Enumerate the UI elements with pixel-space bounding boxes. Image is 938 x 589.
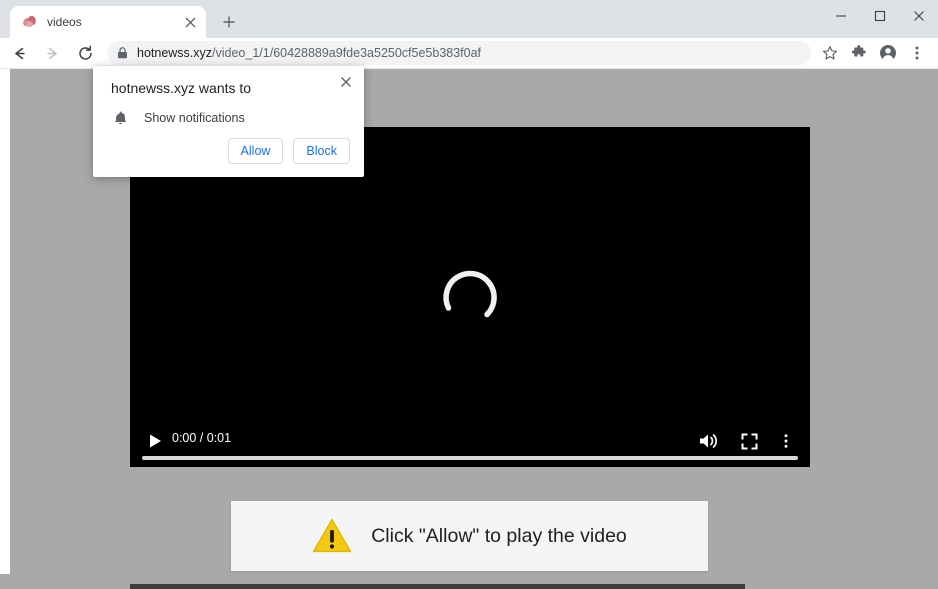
forward-button[interactable] (38, 39, 66, 67)
browser-toolbar: hotnewss.xyz/video_1/1/60428889a9fde3a52… (0, 38, 938, 69)
dialog-actions: Allow Block (227, 138, 350, 164)
warning-triangle-icon (312, 517, 352, 555)
volume-on-icon[interactable] (696, 429, 720, 453)
window-minimize-button[interactable] (821, 0, 860, 32)
fullscreen-icon[interactable] (737, 429, 761, 453)
horizontal-scrollbar[interactable] (0, 574, 938, 589)
tab-title: videos (47, 15, 82, 29)
profile-avatar-icon[interactable] (875, 40, 901, 66)
video-player[interactable]: 0:00 / 0:01 (130, 127, 810, 467)
bookmark-star-icon[interactable] (817, 40, 843, 66)
address-bar[interactable]: hotnewss.xyz/video_1/1/60428889a9fde3a52… (107, 41, 811, 65)
tab-close-icon[interactable] (182, 14, 198, 30)
video-time-display: 0:00 / 0:01 (172, 431, 232, 445)
notification-permission-dialog: hotnewss.xyz wants to Show notifications… (93, 66, 364, 177)
back-button[interactable] (5, 39, 33, 67)
url-path: /video_1/1/60428889a9fde3a5250cf5e5b383f… (212, 46, 482, 60)
browser-menu-icon[interactable] (904, 40, 930, 66)
window-controls (821, 0, 938, 32)
extensions-puzzle-icon[interactable] (846, 40, 872, 66)
play-button[interactable] (143, 429, 167, 453)
video-more-menu-icon[interactable] (774, 429, 798, 453)
url-domain: hotnewss.xyz (137, 46, 213, 60)
bell-icon (111, 109, 129, 127)
video-controls: 0:00 / 0:01 (130, 417, 810, 467)
window-close-button[interactable] (899, 0, 938, 32)
dialog-permission-row: Show notifications (111, 109, 245, 127)
block-button[interactable]: Block (293, 138, 350, 164)
banner-text: Click "Allow" to play the video (371, 524, 627, 547)
url-text: hotnewss.xyz/video_1/1/60428889a9fde3a52… (137, 46, 481, 60)
title-bar: videos (0, 0, 938, 38)
browser-window: videos hotnewss.xyz/video_1/1/60428889a9… (0, 0, 938, 589)
dialog-close-icon[interactable] (335, 71, 357, 93)
site-favicon (22, 14, 38, 30)
lock-icon[interactable] (113, 44, 131, 62)
allow-button[interactable]: Allow (227, 138, 284, 164)
video-progress-bar[interactable] (142, 456, 798, 460)
browser-tab[interactable]: videos (10, 6, 206, 38)
allow-prompt-banner: Click "Allow" to play the video (231, 501, 708, 571)
page-left-margin (0, 69, 10, 589)
loading-spinner-icon (439, 266, 501, 328)
dialog-permission-label: Show notifications (144, 111, 245, 125)
new-tab-button[interactable] (218, 11, 240, 33)
horizontal-scrollbar-thumb[interactable] (130, 584, 745, 589)
reload-button[interactable] (71, 39, 99, 67)
window-maximize-button[interactable] (860, 0, 899, 32)
dialog-title: hotnewss.xyz wants to (111, 80, 252, 96)
